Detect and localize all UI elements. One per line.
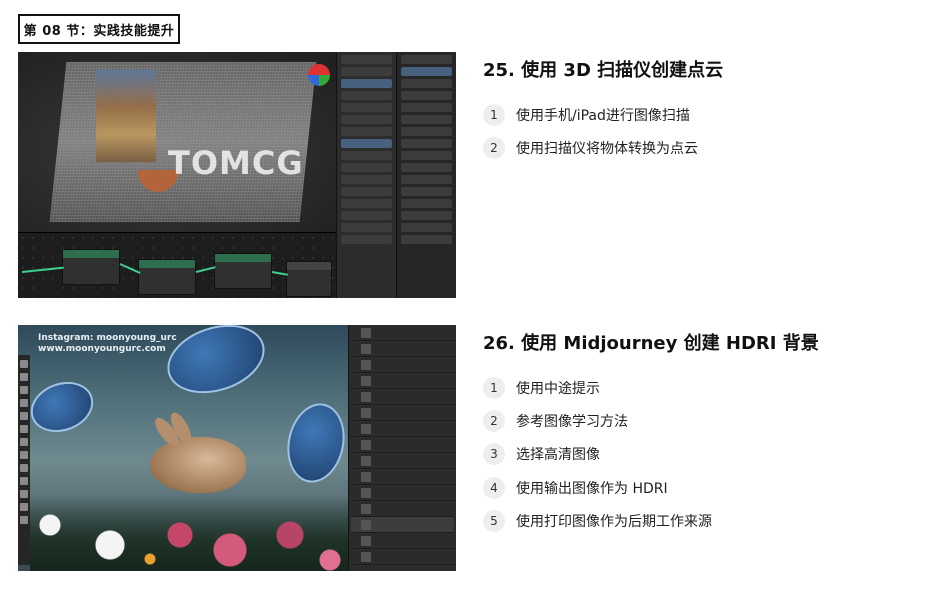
- step-number-badge: 5: [483, 509, 505, 532]
- layer-row[interactable]: [351, 357, 454, 373]
- type-tool-icon[interactable]: [20, 490, 28, 498]
- list-item: 2 参考图像学习方法: [483, 404, 712, 437]
- logo-disc-icon: [280, 398, 352, 488]
- lasso-tool-icon[interactable]: [20, 386, 28, 394]
- crop-tool-icon[interactable]: [20, 399, 28, 407]
- flower-bed: [30, 495, 348, 571]
- node-box[interactable]: [62, 249, 120, 285]
- layers-panel: [348, 325, 456, 571]
- node-wire: [21, 266, 64, 273]
- step-label: 使用中途提示: [516, 380, 600, 397]
- step-label: 使用打印图像作为后期工作来源: [516, 513, 712, 530]
- step-label: 参考图像学习方法: [516, 413, 628, 430]
- gradient-tool-icon[interactable]: [20, 464, 28, 472]
- item-title-26: 26. 使用 Midjourney 创建 HDRI 背景: [483, 333, 819, 354]
- point-cloud-room: [49, 62, 317, 222]
- logo-disc-icon: [23, 373, 101, 441]
- step-label: 选择高清图像: [516, 447, 600, 464]
- clone-tool-icon[interactable]: [20, 438, 28, 446]
- marquee-tool-icon[interactable]: [20, 373, 28, 381]
- step-number-badge: 2: [483, 409, 505, 432]
- layer-row[interactable]: [351, 517, 454, 533]
- pen-tool-icon[interactable]: [20, 477, 28, 485]
- hand-tool-icon[interactable]: [20, 503, 28, 511]
- step-number-badge: 2: [483, 136, 505, 159]
- navigation-gizmo-icon[interactable]: [308, 64, 330, 86]
- layer-row[interactable]: [351, 341, 454, 357]
- layer-row[interactable]: [351, 373, 454, 389]
- step-number-badge: 1: [483, 103, 505, 126]
- watermark-logo: TOMCG: [168, 144, 304, 182]
- image-caption-line-2: www.moonyoungurc.com: [38, 344, 166, 354]
- section-label: 第 08 节：实践技能提升: [18, 14, 180, 44]
- layer-row[interactable]: [351, 405, 454, 421]
- layer-row[interactable]: [351, 389, 454, 405]
- layer-row[interactable]: [351, 421, 454, 437]
- 3d-viewport: TOMCG: [18, 52, 336, 232]
- layer-row[interactable]: [351, 453, 454, 469]
- step-number-badge: 3: [483, 443, 505, 466]
- layer-row[interactable]: [351, 485, 454, 501]
- eraser-tool-icon[interactable]: [20, 451, 28, 459]
- geometry-nodes-editor: [18, 232, 336, 298]
- node-box[interactable]: [286, 261, 332, 297]
- list-item: 2 使用扫描仪将物体转换为点云: [483, 131, 698, 164]
- step-label: 使用手机/iPad进行图像扫描: [516, 107, 690, 124]
- point-cloud-shelf: [96, 70, 156, 162]
- image-caption: Instagram: moonyoung_urc www.moonyoungur…: [38, 333, 177, 355]
- layer-row[interactable]: [351, 437, 454, 453]
- photoshop-screenshot: Instagram: moonyoung_urc www.moonyoungur…: [18, 325, 456, 571]
- list-item: 1 使用中途提示: [483, 371, 712, 404]
- list-item: 3 选择高清图像: [483, 438, 712, 471]
- layer-row[interactable]: [351, 325, 454, 341]
- outliner-panel: [396, 52, 456, 298]
- layer-row[interactable]: [351, 549, 454, 565]
- node-wire: [195, 266, 216, 273]
- image-canvas[interactable]: Instagram: moonyoung_urc www.moonyoungur…: [18, 325, 352, 571]
- layer-row[interactable]: [351, 501, 454, 517]
- step-number-badge: 1: [483, 376, 505, 399]
- node-box[interactable]: [138, 259, 196, 295]
- list-item: 1 使用手机/iPad进行图像扫描: [483, 98, 698, 131]
- node-box[interactable]: [214, 253, 272, 289]
- steps-list-25: 1 使用手机/iPad进行图像扫描 2 使用扫描仪将物体转换为点云: [483, 98, 698, 165]
- tools-bar: [18, 355, 30, 565]
- layer-row[interactable]: [351, 533, 454, 549]
- image-caption-line-1: Instagram: moonyoung_urc: [38, 333, 177, 343]
- steps-list-26: 1 使用中途提示 2 参考图像学习方法 3 选择高清图像 4 使用输出图像作为 …: [483, 371, 712, 537]
- brush-tool-icon[interactable]: [20, 425, 28, 433]
- list-item: 4 使用输出图像作为 HDRI: [483, 471, 712, 504]
- eyedropper-tool-icon[interactable]: [20, 412, 28, 420]
- step-number-badge: 4: [483, 476, 505, 499]
- zoom-tool-icon[interactable]: [20, 516, 28, 524]
- step-label: 使用输出图像作为 HDRI: [516, 480, 668, 497]
- step-label: 使用扫描仪将物体转换为点云: [516, 140, 698, 157]
- list-item: 5 使用打印图像作为后期工作来源: [483, 504, 712, 537]
- blender-screenshot: TOMCG: [18, 52, 456, 298]
- properties-panel: [336, 52, 396, 298]
- item-title-25: 25. 使用 3D 扫描仪创建点云: [483, 60, 724, 81]
- layer-row[interactable]: [351, 469, 454, 485]
- move-tool-icon[interactable]: [20, 360, 28, 368]
- rabbit-subject: [150, 409, 246, 493]
